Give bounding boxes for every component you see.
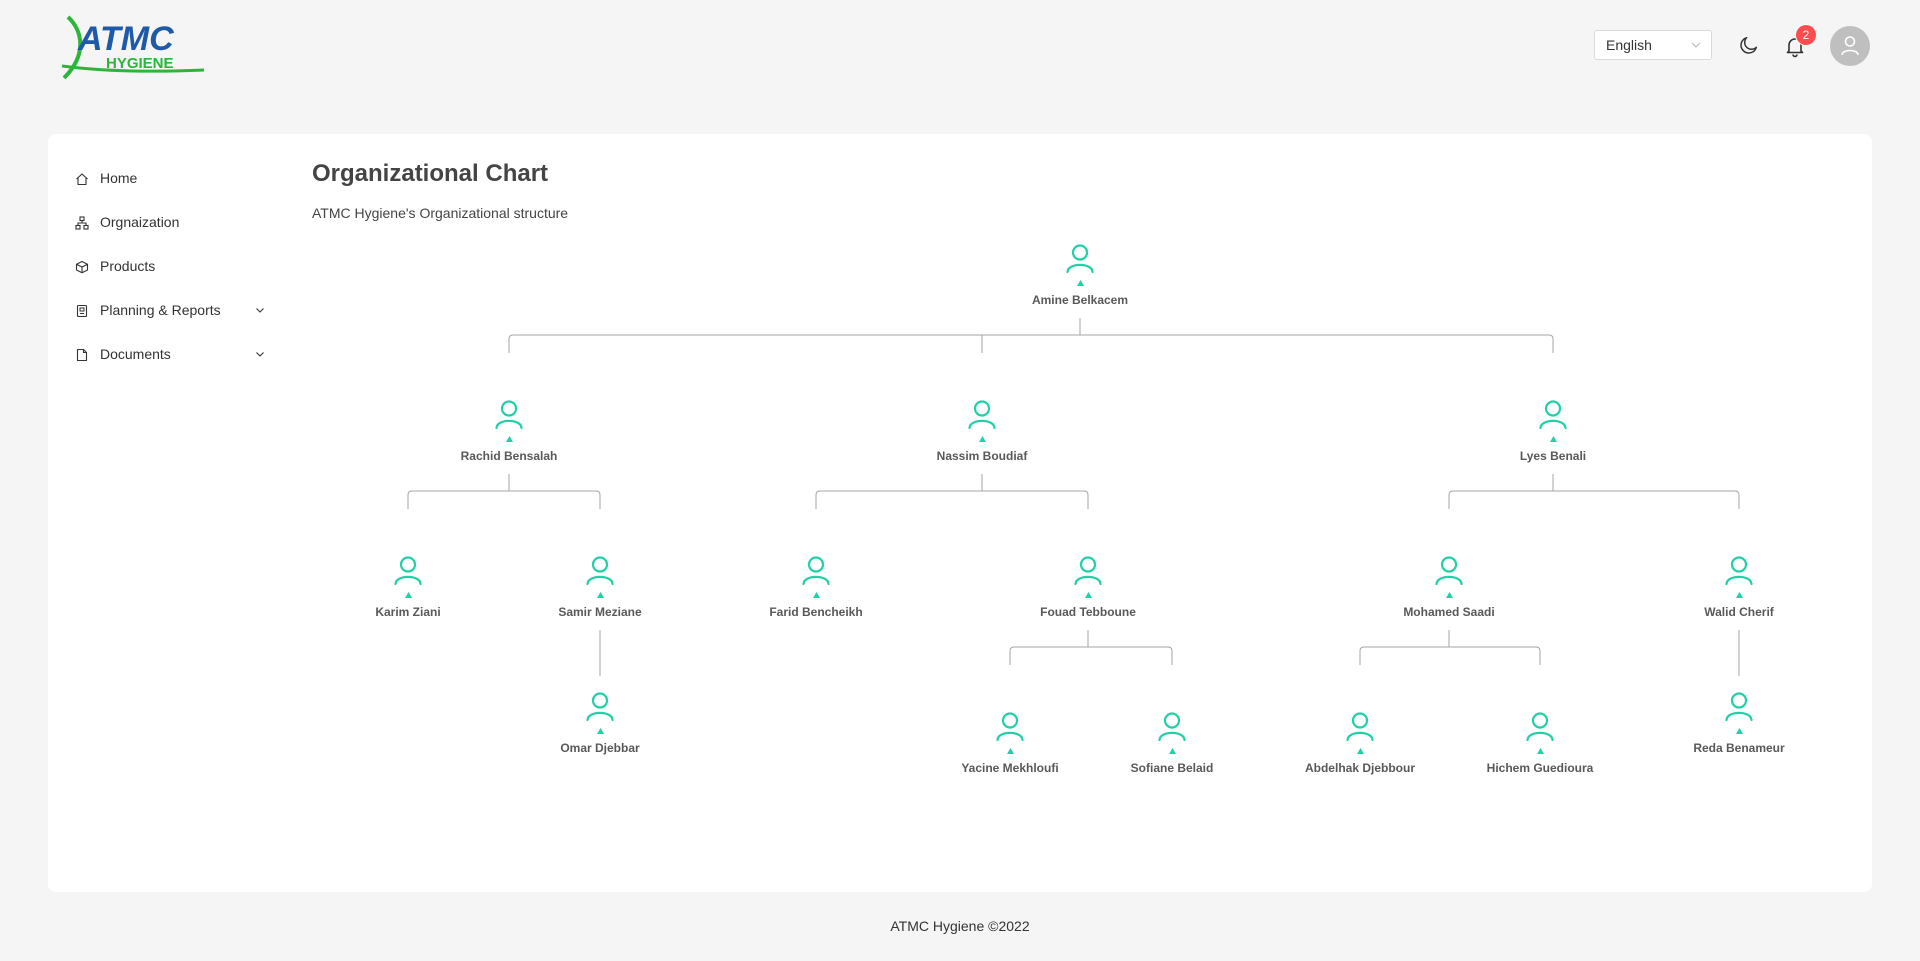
org-node[interactable]: Lyes Benali bbox=[1463, 398, 1643, 463]
org-chart-connectors bbox=[407, 318, 1740, 676]
expand-caret-icon[interactable] bbox=[1536, 748, 1544, 754]
org-node[interactable]: Rachid Bensalah bbox=[419, 398, 599, 463]
org-node-name: Yacine Mekhloufi bbox=[961, 761, 1059, 775]
expand-caret-icon[interactable] bbox=[812, 592, 820, 598]
notification-count-badge: 2 bbox=[1796, 25, 1816, 45]
expand-caret-icon[interactable] bbox=[1168, 748, 1176, 754]
person-icon bbox=[968, 400, 996, 430]
org-node-name: Lyes Benali bbox=[1519, 449, 1587, 463]
connector-line bbox=[815, 490, 1089, 509]
person-icon bbox=[1074, 556, 1102, 586]
org-node[interactable]: Fouad Tebboune bbox=[998, 554, 1178, 619]
person-icon bbox=[495, 400, 523, 430]
person-icon bbox=[394, 556, 422, 586]
person-icon bbox=[1725, 556, 1753, 586]
person-icon bbox=[1526, 712, 1554, 742]
header: ATMC HYGIENE English 2 bbox=[0, 0, 1920, 95]
org-node-name: Karim Ziani bbox=[375, 605, 441, 619]
expand-caret-icon[interactable] bbox=[1356, 748, 1364, 754]
org-node[interactable]: Karim Ziani bbox=[318, 554, 498, 619]
language-select-value: English bbox=[1606, 37, 1652, 53]
org-node[interactable]: Reda Benameur bbox=[1649, 690, 1829, 755]
org-node[interactable]: Samir Meziane bbox=[510, 554, 690, 619]
org-node-name: Fouad Tebboune bbox=[1040, 605, 1136, 619]
org-node-name: Amine Belkacem bbox=[1031, 293, 1129, 307]
org-node[interactable]: Omar Djebbar bbox=[510, 690, 690, 755]
person-icon bbox=[1346, 712, 1374, 742]
expand-caret-icon[interactable] bbox=[1735, 728, 1743, 734]
org-node[interactable]: Hichem Guedioura bbox=[1450, 710, 1630, 775]
person-icon bbox=[1066, 244, 1094, 274]
org-node-name: Omar Djebbar bbox=[560, 741, 640, 755]
expand-caret-icon[interactable] bbox=[596, 592, 604, 598]
org-node-name: Samir Meziane bbox=[558, 605, 642, 619]
atmc-hygiene-logo[interactable]: ATMC HYGIENE bbox=[48, 14, 206, 80]
person-icon bbox=[996, 712, 1024, 742]
org-node-name: Mohamed Saadi bbox=[1403, 605, 1495, 619]
expand-caret-icon[interactable] bbox=[1549, 436, 1557, 442]
person-icon bbox=[1435, 556, 1463, 586]
expand-caret-icon[interactable] bbox=[1445, 592, 1453, 598]
org-node[interactable]: Abdelhak Djebbour bbox=[1270, 710, 1450, 775]
svg-text:HYGIENE: HYGIENE bbox=[106, 55, 174, 72]
org-node-name: Abdelhak Djebbour bbox=[1304, 761, 1415, 775]
expand-caret-icon[interactable] bbox=[1735, 592, 1743, 598]
org-node-name: Farid Bencheikh bbox=[769, 605, 863, 619]
connector-line bbox=[1009, 646, 1173, 665]
expand-caret-icon[interactable] bbox=[505, 436, 513, 442]
connector-line bbox=[407, 490, 601, 509]
org-node-name: Walid Cherif bbox=[1704, 605, 1774, 619]
person-icon bbox=[586, 692, 614, 722]
connector-line bbox=[508, 334, 1554, 353]
org-node[interactable]: Walid Cherif bbox=[1649, 554, 1829, 619]
org-node-name: Reda Benameur bbox=[1693, 741, 1785, 755]
expand-caret-icon[interactable] bbox=[1076, 280, 1084, 286]
person-icon bbox=[1539, 400, 1567, 430]
org-node[interactable]: Mohamed Saadi bbox=[1359, 554, 1539, 619]
org-node-name: Sofiane Belaid bbox=[1130, 761, 1214, 775]
org-node[interactable]: Farid Bencheikh bbox=[726, 554, 906, 619]
connector-line bbox=[1359, 646, 1541, 665]
user-icon bbox=[1841, 36, 1859, 56]
footer: ATMC Hygiene ©2022 bbox=[890, 918, 1030, 934]
org-node[interactable]: Amine Belkacem bbox=[990, 242, 1170, 307]
person-icon bbox=[1725, 692, 1753, 722]
moon-icon[interactable] bbox=[1738, 34, 1760, 56]
person-icon bbox=[802, 556, 830, 586]
connector-line bbox=[1448, 490, 1740, 509]
person-icon bbox=[586, 556, 614, 586]
expand-caret-icon[interactable] bbox=[596, 728, 604, 734]
org-node[interactable]: Yacine Mekhloufi bbox=[920, 710, 1100, 775]
chevron-down-icon bbox=[1691, 42, 1701, 48]
org-chart: Amine Belkacem Rachid Bensalah Karim Ziani… bbox=[48, 134, 1872, 892]
org-node-name: Rachid Bensalah bbox=[460, 449, 558, 463]
user-avatar[interactable] bbox=[1830, 26, 1870, 66]
expand-caret-icon[interactable] bbox=[978, 436, 986, 442]
content-card: Home Orgnaization Products Planning & Re… bbox=[48, 134, 1872, 892]
org-node[interactable]: Sofiane Belaid bbox=[1082, 710, 1262, 775]
language-select[interactable]: English bbox=[1594, 30, 1712, 60]
org-node-name: Hichem Guedioura bbox=[1486, 761, 1594, 775]
expand-caret-icon[interactable] bbox=[1084, 592, 1092, 598]
org-node[interactable]: Nassim Boudiaf bbox=[892, 398, 1072, 463]
expand-caret-icon[interactable] bbox=[404, 592, 412, 598]
svg-text:ATMC: ATMC bbox=[77, 20, 174, 58]
person-icon bbox=[1158, 712, 1186, 742]
expand-caret-icon[interactable] bbox=[1006, 748, 1014, 754]
org-node-name: Nassim Boudiaf bbox=[936, 449, 1028, 463]
